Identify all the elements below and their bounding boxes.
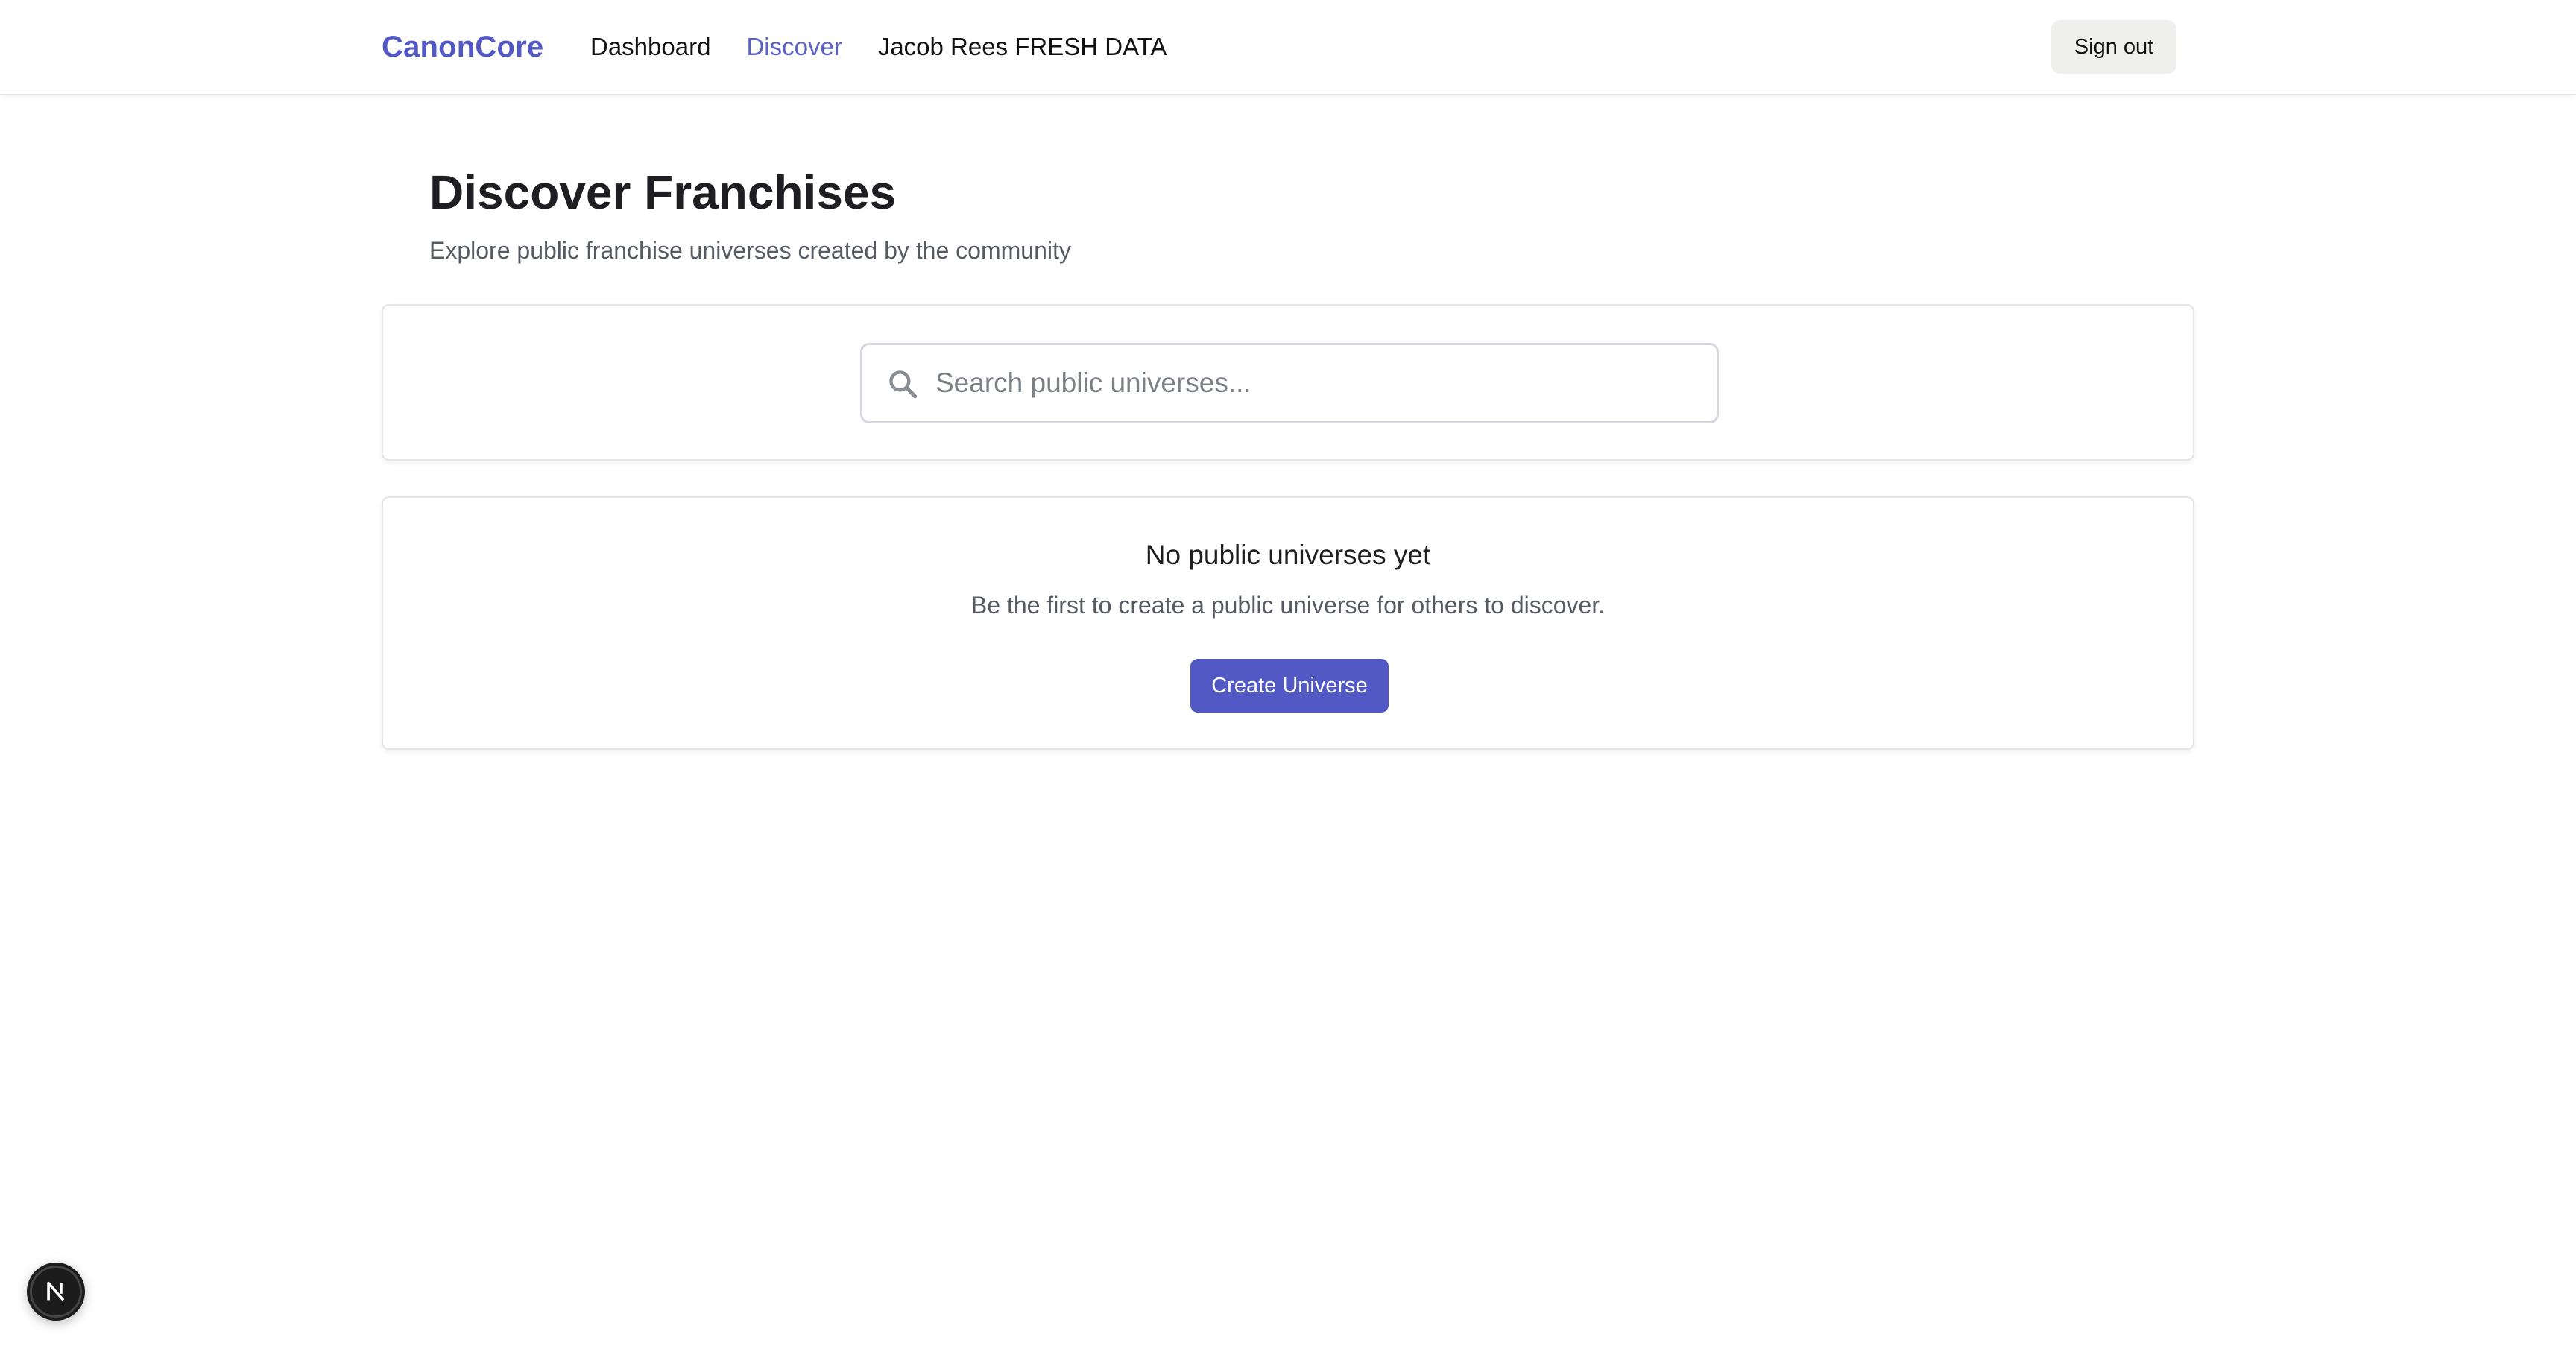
page-subtitle: Explore public franchise universes creat… <box>429 237 1071 264</box>
search-icon <box>889 370 918 399</box>
devtools-ring <box>30 1266 82 1318</box>
page-title: Discover Franchises <box>429 165 897 219</box>
top-navigation-bar: CanonCore Dashboard Discover Jacob Rees … <box>0 0 2576 95</box>
nav-link-dashboard[interactable]: Dashboard <box>590 30 710 64</box>
search-box[interactable] <box>860 343 1719 423</box>
empty-state-card: No public universes yet Be the first to … <box>382 496 2194 750</box>
brand-logo-link[interactable]: CanonCore <box>382 28 543 66</box>
nextjs-devtools-button[interactable] <box>27 1263 85 1321</box>
empty-state-title: No public universes yet <box>1145 540 1431 570</box>
nav-link-user-universe[interactable]: Jacob Rees FRESH DATA <box>878 30 1167 64</box>
empty-state-text: Be the first to create a public universe… <box>970 592 1606 619</box>
sign-out-button[interactable]: Sign out <box>2051 20 2176 74</box>
nav-link-discover[interactable]: Discover <box>746 30 842 64</box>
search-card <box>382 304 2194 461</box>
search-input[interactable] <box>934 345 1702 421</box>
create-universe-button[interactable]: Create Universe <box>1190 659 1389 713</box>
main-nav: Dashboard Discover Jacob Rees FRESH DATA <box>590 30 1167 64</box>
